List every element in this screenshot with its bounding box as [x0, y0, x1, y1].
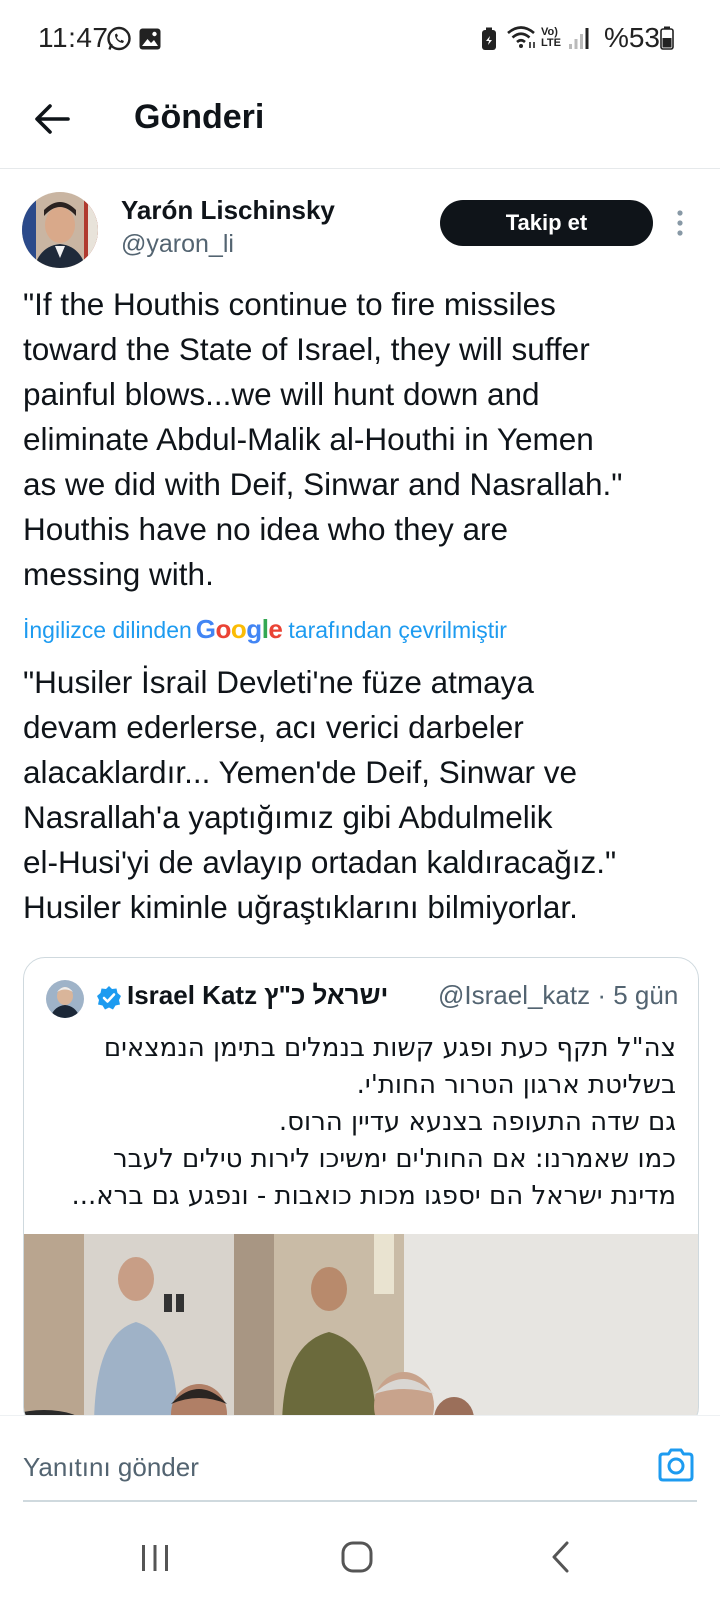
tweet-text: "If the Houthis continue to fire missile… [23, 286, 623, 592]
quoted-tweet-card[interactable]: Israel Katz ישראל כ"ץ @Israel_katz · 5 g… [23, 957, 699, 1429]
volte-icon: Vo) LTE [541, 26, 561, 49]
wifi-icon [507, 26, 535, 48]
header [0, 80, 720, 169]
home-icon[interactable] [340, 1540, 374, 1574]
battery-percent: %53 [603, 22, 660, 53]
quote-text: צה"ל תקף כעת ופגע קשות בנמלים בתימן הנמצ… [71, 1033, 676, 1211]
page-title: Gönderi [134, 98, 265, 136]
verified-badge-icon [97, 986, 121, 1010]
quote-photo[interactable] [24, 1234, 698, 1428]
reply-input-underline [23, 1500, 697, 1502]
status-bar: 11:47 Vo) LTE %53 [0, 0, 720, 80]
back-arrow-icon[interactable] [30, 96, 76, 142]
status-time: 11:47 [38, 22, 109, 53]
recents-icon[interactable] [138, 1542, 172, 1574]
camera-icon[interactable] [656, 1445, 696, 1485]
nav-back-icon[interactable] [550, 1540, 570, 1574]
signal-icon [569, 28, 589, 49]
reply-input[interactable]: Yanıtını gönder [23, 1452, 199, 1483]
translated-text: "Husiler İsrail Devleti'ne füze atmaya d… [23, 664, 617, 925]
gallery-icon [139, 28, 161, 50]
whatsapp-icon [107, 26, 131, 51]
author-name[interactable]: Yarón Lischinsky [121, 195, 335, 226]
more-options-icon[interactable] [674, 209, 686, 237]
translation-prefix: İngilizce dilinden [23, 617, 192, 643]
quote-avatar [46, 980, 84, 1018]
battery-icon [660, 26, 674, 50]
quote-handle-time: @Israel_katz · 5 gün [438, 980, 679, 1010]
translation-attribution[interactable]: İngilizce dilinden Google tarafından çevri… [23, 614, 507, 645]
translation-suffix: tarafından çevrilmiştir [288, 617, 507, 643]
author-handle[interactable]: @yaron_li [121, 230, 234, 259]
battery-saver-icon [482, 27, 496, 50]
avatar[interactable] [22, 192, 98, 268]
follow-button[interactable]: Takip et [440, 200, 653, 246]
google-logo: Google [195, 614, 283, 644]
quote-author-name: Israel Katz ישראל כ"ץ [127, 980, 389, 1010]
